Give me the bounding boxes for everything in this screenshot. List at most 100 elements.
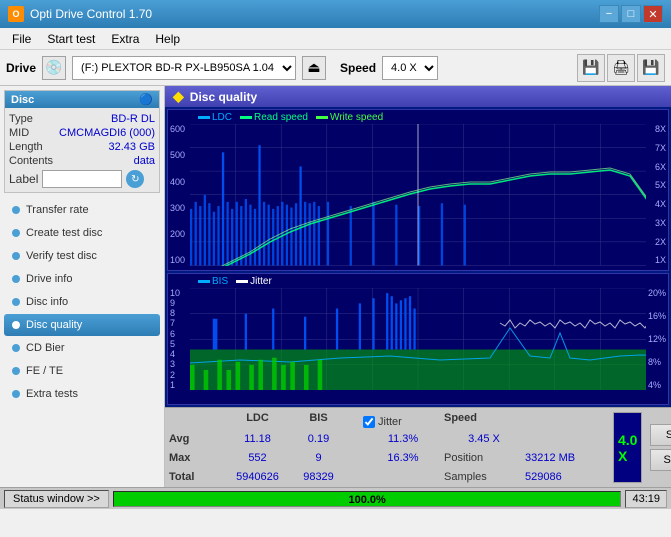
toolbar-icon-1[interactable]: 💾 — [577, 54, 605, 82]
sidebar-item-verify-test-disc[interactable]: Verify test disc — [4, 245, 160, 267]
top-chart-svg: 0.0 5.0 10.0 15.0 20.0 25.0 30.0 35.0 40… — [190, 124, 646, 266]
disc-length-row: Length 32.43 GB — [9, 140, 155, 154]
bottom-chart-legend: BIS Jitter — [198, 276, 272, 287]
disc-mid-value: CMCMAGDI6 (000) — [59, 127, 155, 139]
status-window-button[interactable]: Status window >> — [4, 490, 109, 508]
avg-ldc: 11.18 — [225, 433, 290, 451]
maximize-button[interactable]: □ — [621, 5, 641, 23]
drive-select[interactable]: (F:) PLEXTOR BD-R PX-LB950SA 1.04 — [72, 56, 296, 80]
toolbar-icon-2[interactable]: 🖨 — [607, 54, 635, 82]
ldc-color — [198, 116, 210, 119]
time-display: 43:19 — [625, 490, 667, 508]
stats-speed-header: Speed — [444, 412, 524, 432]
sidebar-item-transfer-rate[interactable]: Transfer rate — [4, 199, 160, 221]
disc-label-input[interactable] — [42, 170, 122, 188]
bottom-chart-svg: 0.0 5.0 10.0 15.0 20.0 25.0 30.0 35.0 40… — [190, 288, 646, 391]
total-ldc: 5940626 — [225, 471, 290, 487]
sidebar-dot — [12, 367, 20, 375]
sidebar-item-label: Extra tests — [26, 388, 78, 400]
jitter-label: Jitter — [250, 276, 272, 287]
sidebar-item-fe-te[interactable]: FE / TE — [4, 360, 160, 382]
legend-read-speed: Read speed — [240, 112, 308, 123]
y-axis-left-bottom: 10 9 8 7 6 5 4 3 2 1 — [170, 288, 180, 391]
sidebar-item-label: Transfer rate — [26, 204, 89, 216]
avg-jitter: 11.3% — [363, 433, 443, 451]
write-speed-label: Write speed — [330, 112, 383, 123]
drivebar: Drive 💿 (F:) PLEXTOR BD-R PX-LB950SA 1.0… — [0, 50, 671, 86]
speed-select[interactable]: 4.0 X — [382, 56, 438, 80]
max-label: Max — [169, 452, 224, 470]
titlebar: O Opti Drive Control 1.70 − □ ✕ — [0, 0, 671, 28]
sidebar: Disc 🔵 Type BD-R DL MID CMCMAGDI6 (000) … — [0, 86, 165, 487]
top-chart-legend: LDC Read speed Write speed — [198, 112, 383, 123]
bis-label: BIS — [212, 276, 228, 287]
sidebar-item-label: Disc quality — [26, 319, 82, 331]
toolbar-icon-3[interactable]: 💾 — [637, 54, 665, 82]
disc-contents-value: data — [134, 155, 155, 167]
sidebar-item-extra-tests[interactable]: Extra tests — [4, 383, 160, 405]
max-ldc: 552 — [225, 452, 290, 470]
disc-type-value: BD-R DL — [111, 113, 155, 125]
jitter-checkbox[interactable] — [363, 416, 375, 428]
disc-label-row: Label ↻ — [9, 170, 155, 188]
avg-label: Avg — [169, 433, 224, 451]
app-title: Opti Drive Control 1.70 — [30, 7, 152, 21]
progress-bar-container: 100.0% — [113, 491, 622, 507]
sidebar-dot — [12, 344, 20, 352]
sidebar-item-create-test-disc[interactable]: Create test disc — [4, 222, 160, 244]
progress-text: 100.0% — [349, 492, 386, 508]
disc-contents-row: Contents data — [9, 154, 155, 168]
menu-file[interactable]: File — [4, 30, 39, 48]
blank5 — [363, 471, 443, 487]
stats-blank2 — [347, 412, 362, 432]
stats-blank3 — [525, 412, 605, 432]
sidebar-item-disc-info[interactable]: Disc info — [4, 291, 160, 313]
menu-start-test[interactable]: Start test — [39, 30, 103, 48]
blank4 — [347, 471, 362, 487]
stats-bis-header: BIS — [291, 412, 346, 432]
app-icon: O — [8, 6, 24, 22]
jitter-checkbox-row[interactable]: Jitter — [363, 412, 443, 432]
samples-value: 529086 — [525, 471, 605, 487]
eject-icon[interactable]: ⏏ — [302, 56, 326, 80]
disc-label-refresh-icon[interactable]: ↻ — [126, 170, 144, 188]
content-header-icon: ◆ — [173, 88, 184, 105]
window-controls: − □ ✕ — [599, 5, 663, 23]
disc-mid-row: MID CMCMAGDI6 (000) — [9, 126, 155, 140]
close-button[interactable]: ✕ — [643, 5, 663, 23]
stats-bar: LDC BIS Jitter Speed Avg 11.18 0.19 11.3… — [165, 407, 671, 487]
content-area: ◆ Disc quality LDC Read speed — [165, 86, 671, 487]
bottom-chart: BIS Jitter 20% 16% 12% 8% 4% — [167, 273, 669, 406]
sidebar-item-label: FE / TE — [26, 365, 63, 377]
start-part-button[interactable]: Start part — [650, 449, 671, 471]
charts-area: LDC Read speed Write speed 8X 7X 6X — [165, 107, 671, 407]
sidebar-item-drive-info[interactable]: Drive info — [4, 268, 160, 290]
bis-color — [198, 280, 210, 283]
sidebar-item-cd-bier[interactable]: CD Bier — [4, 337, 160, 359]
menu-extra[interactable]: Extra — [103, 30, 147, 48]
sidebar-item-label: Create test disc — [26, 227, 102, 239]
ldc-label: LDC — [212, 112, 232, 123]
menu-help[interactable]: Help — [147, 30, 188, 48]
minimize-button[interactable]: − — [599, 5, 619, 23]
sidebar-item-disc-quality[interactable]: Disc quality — [4, 314, 160, 336]
samples-label: Samples — [444, 471, 524, 487]
stats-ldc-header: LDC — [225, 412, 290, 432]
jitter-label: Jitter — [378, 416, 402, 428]
sidebar-menu: Transfer rate Create test disc Verify te… — [0, 197, 164, 407]
legend-jitter: Jitter — [236, 276, 272, 287]
top-chart: LDC Read speed Write speed 8X 7X 6X — [167, 109, 669, 271]
start-full-button[interactable]: Start full — [650, 424, 671, 446]
stats-grid: LDC BIS Jitter Speed Avg 11.18 0.19 11.3… — [165, 408, 609, 487]
sidebar-dot — [12, 298, 20, 306]
avg-bis: 0.19 — [291, 433, 346, 451]
max-bis: 9 — [291, 452, 346, 470]
titlebar-left: O Opti Drive Control 1.70 — [8, 6, 152, 22]
speed-value: 3.45 X — [444, 433, 524, 451]
y-axis-right: 8X 7X 6X 5X 4X 3X 2X 1X — [655, 124, 666, 266]
y-axis-right-bottom: 20% 16% 12% 8% 4% — [648, 288, 666, 391]
sidebar-dot — [12, 321, 20, 329]
legend-bis: BIS — [198, 276, 228, 287]
disc-type-label: Type — [9, 113, 33, 125]
disc-panel-title: Disc — [11, 94, 34, 106]
